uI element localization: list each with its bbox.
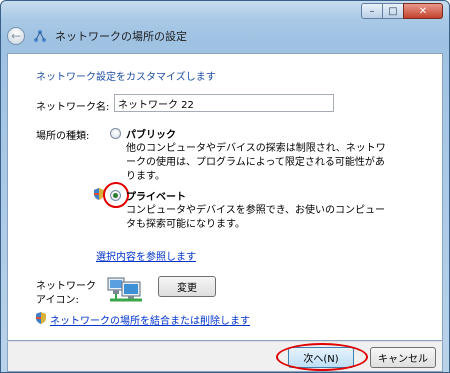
dialog-window: – □ ✕ ← ネットワークの場所の設定 ネットワーク設定をカスタマイズします …	[0, 0, 450, 373]
public-option-description: 他のコンピュータやデバイスの探索は制限され、ネットワークの使用は、プログラムによ…	[126, 143, 386, 182]
minimize-button[interactable]: –	[361, 3, 383, 19]
next-button-highlight	[276, 343, 368, 371]
back-arrow-icon: ←	[10, 29, 22, 43]
network-icon	[34, 30, 46, 42]
content-panel: ネットワーク設定をカスタマイズします ネットワーク名: 場所の種類: パブリック…	[7, 53, 443, 341]
dialog-header: ← ネットワークの場所の設定	[7, 21, 443, 51]
network-name-label: ネットワーク名:	[36, 102, 110, 113]
public-option-title: パブリック	[126, 130, 176, 141]
private-option-title: プライベート	[126, 192, 186, 203]
public-radio[interactable]	[110, 128, 121, 139]
location-type-label: 場所の種類:	[36, 131, 90, 142]
shield-icon	[36, 312, 46, 324]
network-icon-label-line1: ネットワーク	[36, 281, 96, 292]
network-icon-label: ネットワーク アイコン:	[36, 280, 96, 308]
back-button[interactable]: ←	[7, 27, 25, 45]
computer-network-icon	[107, 277, 142, 302]
close-button[interactable]: ✕	[403, 3, 443, 19]
window-controls: – □ ✕	[361, 3, 443, 19]
maximize-button[interactable]: □	[382, 3, 404, 19]
window-title: ネットワークの場所の設定	[55, 30, 187, 43]
change-icon-button[interactable]: 変更	[158, 276, 216, 297]
merge-delete-link[interactable]: ネットワークの場所を結合または削除します	[50, 312, 250, 327]
private-option-description: コンピュータやデバイスを参照でき、お使いのコンピュータも探索可能になります。	[126, 205, 385, 230]
network-name-input[interactable]	[114, 94, 334, 112]
cancel-button[interactable]: キャンセル	[370, 347, 436, 368]
dialog-footer: 次へ(N) キャンセル	[7, 341, 443, 372]
network-icon-label-line2: アイコン:	[36, 295, 79, 306]
page-heading: ネットワーク設定をカスタマイズします	[36, 72, 216, 83]
help-link[interactable]: 選択内容を参照します	[96, 248, 196, 263]
